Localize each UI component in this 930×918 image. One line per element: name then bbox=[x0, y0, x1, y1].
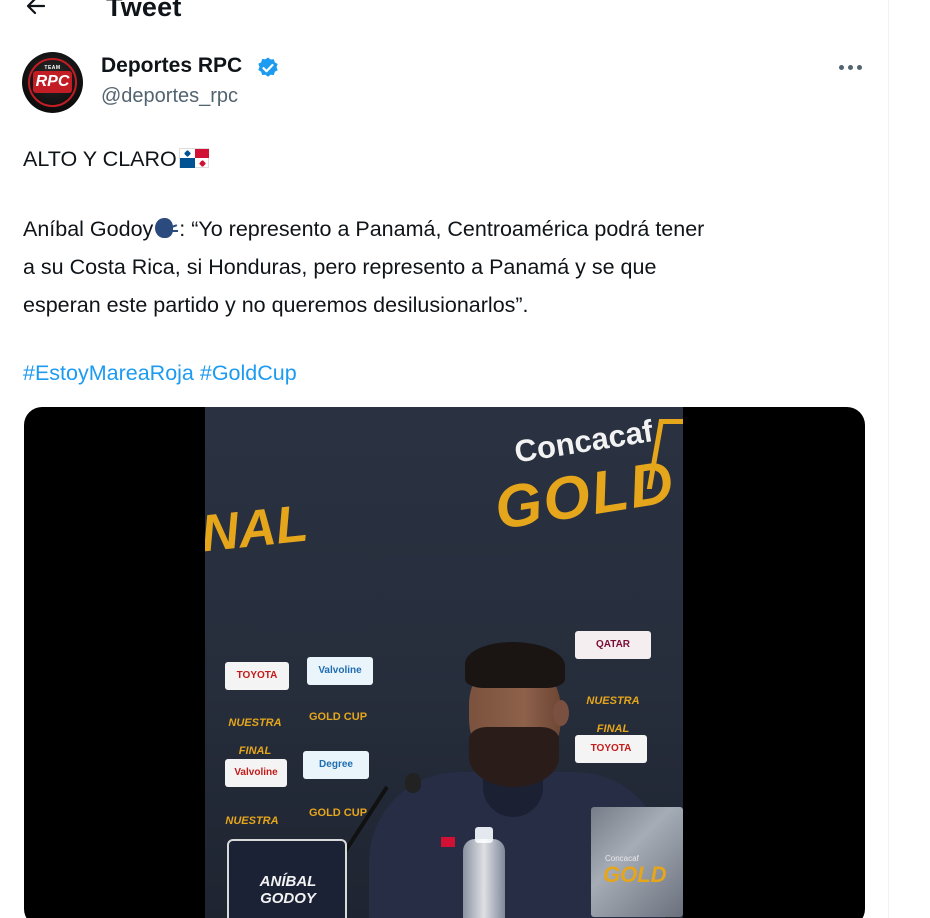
sponsor-logo-valvoline: Valvoline bbox=[225, 759, 287, 787]
hashtag-link[interactable]: #GoldCup bbox=[200, 361, 297, 385]
verified-badge-icon bbox=[258, 57, 278, 77]
sponsor-logo-nuestra-final: NUESTRA FINAL bbox=[228, 717, 282, 757]
tweet-text: Aníbal Godoy bbox=[23, 217, 154, 241]
more-dot-icon bbox=[848, 65, 853, 70]
page-title: Tweet bbox=[106, 0, 182, 22]
microphone-icon bbox=[405, 773, 421, 793]
tweet-text-line: Aníbal Godoy : “Yo represento a Panamá, C… bbox=[23, 210, 704, 248]
more-dot-icon bbox=[857, 65, 862, 70]
avatar-logo-text: RPC bbox=[33, 71, 72, 93]
tweet-text: : “Yo represento a Panamá, Centroamérica… bbox=[179, 217, 705, 241]
nameplate-text: ANÍBAL GODOY bbox=[238, 873, 338, 907]
arrow-left-icon bbox=[26, 0, 46, 15]
more-options-button[interactable] bbox=[836, 56, 866, 78]
speaking-head-icon bbox=[153, 216, 179, 240]
nameplate-last-name: GODOY bbox=[260, 890, 316, 907]
tweet-text: ALTO Y CLARO bbox=[23, 147, 177, 171]
back-button[interactable] bbox=[24, 0, 54, 24]
author-handle[interactable]: @deportes_rpc bbox=[101, 85, 238, 108]
box-gold-text: GOLD bbox=[603, 862, 667, 887]
flag-panama-icon bbox=[178, 148, 209, 168]
author-name[interactable]: Deportes RPC bbox=[101, 54, 242, 78]
hashtags: #EstoyMareaRoja #GoldCup bbox=[23, 354, 297, 392]
tweet-text-line: ALTO Y CLARO bbox=[23, 140, 209, 178]
avatar[interactable]: TEAM RPC bbox=[22, 52, 83, 113]
sponsor-logo-toyota: TOYOTA bbox=[225, 662, 289, 690]
header: Tweet bbox=[0, 0, 888, 30]
backdrop-final-text: NAL bbox=[205, 494, 311, 564]
hashtag-link[interactable]: #EstoyMareaRoja bbox=[23, 361, 194, 385]
tweet-text-line: esperan este partido y no queremos desil… bbox=[23, 293, 529, 317]
column-divider bbox=[888, 0, 889, 918]
water-bottle bbox=[463, 839, 505, 918]
video-frame: Concacaf GOLD NAL TOYOTA Valvoline QATAR… bbox=[205, 407, 683, 918]
tweet-video[interactable]: Concacaf GOLD NAL TOYOTA Valvoline QATAR… bbox=[24, 407, 865, 918]
nameplate-first-name: ANÍBAL bbox=[259, 873, 317, 890]
tweet-text-line: a su Costa Rica, si Honduras, pero repre… bbox=[23, 255, 657, 279]
sponsor-logo-nuestra-final: NUESTRA FINAL bbox=[225, 815, 279, 855]
more-dot-icon bbox=[839, 65, 844, 70]
